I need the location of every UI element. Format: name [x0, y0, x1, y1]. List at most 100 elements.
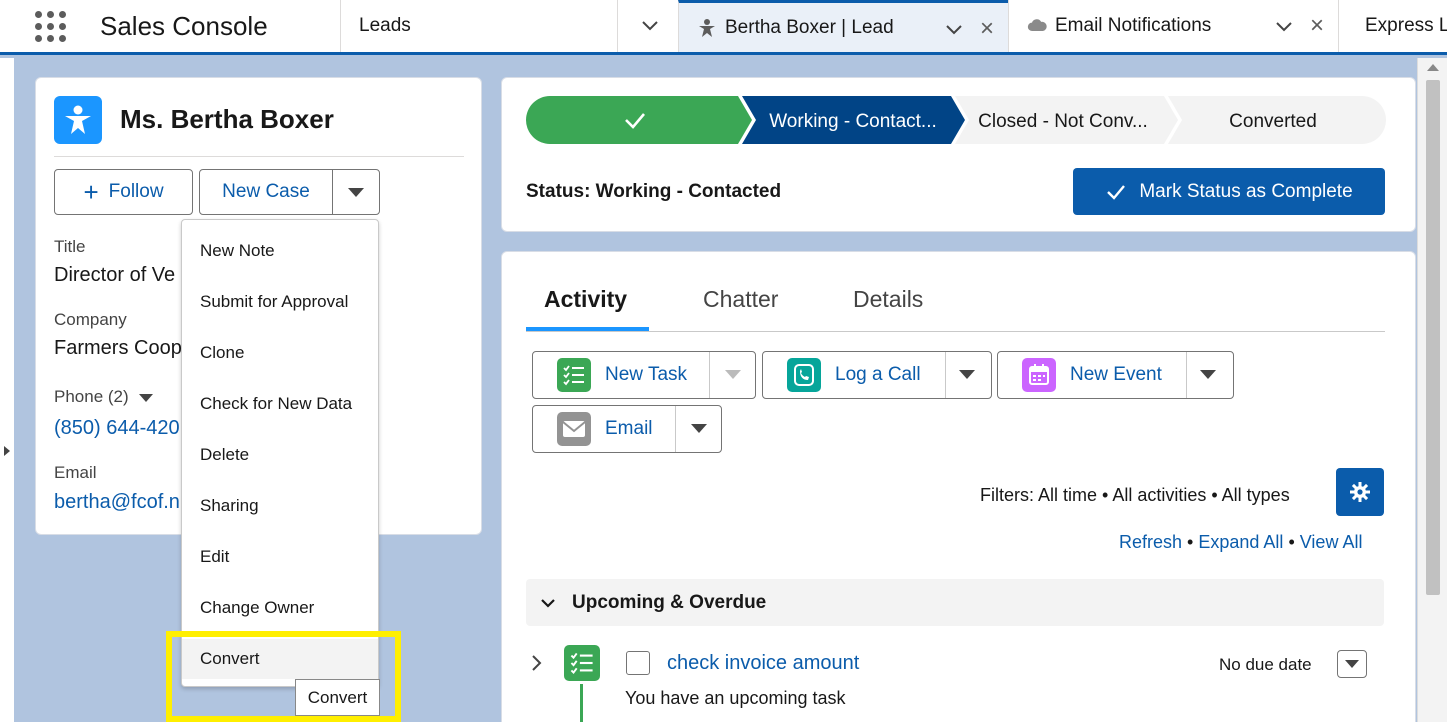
section-title: Upcoming & Overdue	[572, 591, 767, 613]
title-label: Title	[54, 237, 86, 256]
new-case-button[interactable]: New Case	[199, 169, 333, 215]
tab-email-notifications[interactable]: Email Notifications ×	[1008, 0, 1338, 52]
phone-value-link[interactable]: (850) 644-420	[54, 417, 182, 440]
close-icon[interactable]: ×	[980, 17, 994, 41]
chevron-down-icon[interactable]	[1274, 16, 1294, 36]
lead-star-icon	[699, 18, 715, 37]
tab-activity[interactable]: Activity	[544, 286, 627, 313]
tab-label: Leads	[359, 15, 411, 36]
chevron-down-icon	[348, 187, 364, 197]
follow-label: Follow	[108, 181, 164, 202]
task-actions-dropdown[interactable]	[1337, 650, 1367, 678]
timeline-line	[580, 684, 583, 722]
email-label: Email	[54, 463, 97, 482]
new-event-label: New Event	[1070, 364, 1162, 385]
upcoming-overdue-section[interactable]: Upcoming & Overdue	[526, 579, 1384, 626]
company-value: Farmers Coop	[54, 337, 182, 359]
chevron-down-icon[interactable]	[139, 394, 154, 402]
path-stage-label: Converted	[1229, 111, 1317, 132]
menu-item-delete[interactable]: Delete	[182, 435, 378, 475]
menu-item-submit-for-approval[interactable]: Submit for Approval	[182, 282, 378, 322]
email-label: Email	[605, 418, 653, 439]
lead-icon	[54, 96, 102, 144]
new-task-label: New Task	[605, 364, 688, 385]
filter-settings-button[interactable]	[1336, 468, 1384, 516]
sales-path: Working - Contact... Closed - Not Conv..…	[526, 96, 1386, 144]
menu-item-check-for-new-data[interactable]: Check for New Data	[182, 384, 378, 424]
gear-icon	[1350, 482, 1370, 502]
chevron-down-icon[interactable]	[1200, 370, 1216, 379]
path-card: Working - Contact... Closed - Not Conv..…	[501, 77, 1416, 232]
button-separator	[945, 352, 946, 398]
status-text: Status: Working - Contacted	[526, 181, 782, 202]
task-subtitle: You have an upcoming task	[625, 688, 846, 708]
company-label: Company	[54, 310, 127, 329]
email-button[interactable]: Email	[532, 405, 722, 453]
menu-item-edit[interactable]: Edit	[182, 537, 378, 577]
cloud-icon	[1027, 19, 1047, 31]
tab-label: Email Notifications	[1055, 15, 1212, 36]
phone-label[interactable]: Phone (2)	[54, 387, 154, 407]
task-checkbox[interactable]	[626, 651, 650, 675]
check-icon	[1107, 184, 1126, 200]
divider	[54, 156, 464, 157]
path-stage-label: Closed - Not Conv...	[978, 111, 1148, 132]
expand-all-link[interactable]: Expand All	[1198, 532, 1283, 552]
task-title-link[interactable]: check invoice amount	[667, 652, 859, 675]
log-a-call-label: Log a Call	[835, 364, 921, 385]
menu-item-change-owner[interactable]: Change Owner	[182, 588, 378, 628]
lead-name: Ms. Bertha Boxer	[120, 104, 334, 134]
menu-item-new-note[interactable]: New Note	[182, 231, 378, 271]
tab-bertha-boxer-lead[interactable]: Bertha Boxer | Lead ×	[678, 0, 1008, 52]
new-task-button[interactable]: New Task	[532, 351, 756, 399]
chevron-down-icon[interactable]	[691, 424, 707, 433]
task-icon	[557, 358, 591, 392]
expand-panel-icon[interactable]	[3, 445, 11, 457]
view-all-link[interactable]: View All	[1300, 532, 1363, 552]
tab-leads-dropdown[interactable]	[617, 0, 678, 52]
chevron-down-icon[interactable]	[725, 370, 741, 379]
log-a-call-button[interactable]: Log a Call	[762, 351, 992, 399]
refresh-link[interactable]: Refresh	[1119, 532, 1182, 552]
tab-leads[interactable]: Leads	[340, 0, 617, 52]
activity-card: Activity Chatter Details New Task Log a …	[501, 251, 1416, 722]
phone-icon	[787, 358, 821, 392]
chevron-right-icon[interactable]	[530, 654, 544, 672]
chevron-down-icon	[541, 599, 555, 608]
button-separator	[1186, 352, 1187, 398]
button-separator	[709, 352, 710, 398]
path-stage-label: Working - Contact...	[769, 111, 937, 132]
top-navigation: Sales Console Leads Bertha Boxer | Lead …	[0, 0, 1447, 55]
new-event-button[interactable]: New Event	[997, 351, 1234, 399]
chevron-down-icon[interactable]	[959, 370, 975, 379]
chevron-down-icon	[642, 21, 658, 31]
more-actions-menu: New Note Submit for Approval Clone Check…	[181, 219, 379, 687]
title-value: Director of Ve	[54, 264, 176, 286]
task-icon	[564, 645, 600, 681]
left-utility-strip	[0, 58, 14, 722]
more-actions-button[interactable]	[332, 169, 380, 215]
button-separator	[675, 406, 676, 452]
close-icon[interactable]: ×	[1310, 14, 1324, 38]
calendar-icon	[1022, 358, 1056, 392]
active-tab-indicator	[526, 327, 649, 331]
tab-details[interactable]: Details	[853, 286, 923, 313]
menu-item-sharing[interactable]: Sharing	[182, 486, 378, 526]
app-name: Sales Console	[100, 10, 268, 41]
app-launcher-icon[interactable]	[0, 0, 100, 52]
mark-status-complete-button[interactable]: Mark Status as Complete	[1073, 168, 1385, 215]
chevron-down-icon[interactable]	[944, 19, 964, 39]
tab-chatter[interactable]: Chatter	[703, 286, 778, 313]
activity-links: Refresh • Expand All • View All	[1119, 532, 1363, 552]
email-value-link[interactable]: bertha@fcof.n	[54, 491, 182, 514]
mark-status-label: Mark Status as Complete	[1139, 180, 1353, 202]
new-case-label: New Case	[222, 181, 310, 202]
follow-button[interactable]: + Follow	[54, 169, 193, 215]
scrollbar[interactable]	[1417, 58, 1447, 722]
email-icon	[557, 412, 591, 446]
tab-label: Bertha Boxer | Lead	[725, 16, 894, 38]
scrollbar-thumb[interactable]	[1426, 80, 1440, 595]
menu-item-clone[interactable]: Clone	[182, 333, 378, 373]
tab-express-logistics[interactable]: Express Logisti	[1338, 0, 1447, 52]
activity-tabs: Activity Chatter Details	[526, 286, 1385, 332]
